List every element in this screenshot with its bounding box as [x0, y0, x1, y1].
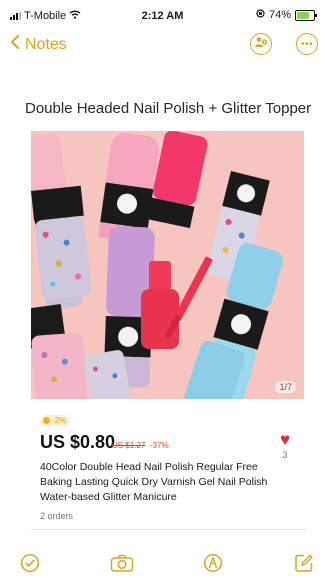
bottom-toolbar [0, 552, 325, 577]
discount-percent: -37% [150, 441, 169, 450]
markup-pen-icon[interactable] [203, 553, 223, 573]
image-counter: 1/7 [275, 381, 296, 393]
orientation-lock-icon [256, 9, 265, 21]
nail-polish-photo [31, 131, 304, 399]
product-description: 40Color Double Head Nail Polish Regular … [40, 461, 268, 503]
coin-badge-text: -2% [52, 416, 67, 425]
wishlist-count: 3 [282, 450, 288, 460]
compose-icon[interactable] [294, 553, 314, 573]
battery-info: 74% [256, 9, 317, 21]
coin-discount-badge: -2% [40, 415, 71, 426]
camera-icon[interactable] [110, 553, 134, 573]
orders-count: 2 orders [40, 511, 74, 521]
back-button[interactable]: Notes [10, 34, 67, 55]
coin-icon [43, 417, 50, 424]
product-price: US $0.80 [40, 432, 116, 452]
divider [31, 529, 308, 530]
share-person-icon [254, 35, 268, 53]
checklist-icon[interactable] [20, 553, 40, 573]
chevron-left-icon [10, 34, 20, 55]
back-label: Notes [25, 35, 67, 53]
battery-percent: 74% [268, 9, 291, 21]
original-price: US $1.27 [112, 441, 146, 450]
status-bar: T-Mobile 2:12 AM 74% [0, 0, 325, 34]
battery-icon [295, 9, 317, 21]
navigation-bar: Notes ••• [0, 30, 325, 60]
product-image[interactable]: 1/7 [31, 131, 304, 399]
battery-fill [297, 11, 309, 19]
note-title: Double Headed Nail Polish + Glitter Topp… [25, 100, 312, 117]
more-icon: ••• [300, 38, 313, 50]
more-button[interactable]: ••• [296, 33, 318, 55]
share-person-button[interactable] [250, 33, 272, 55]
wishlist-heart-icon[interactable]: ♥ [275, 430, 295, 450]
